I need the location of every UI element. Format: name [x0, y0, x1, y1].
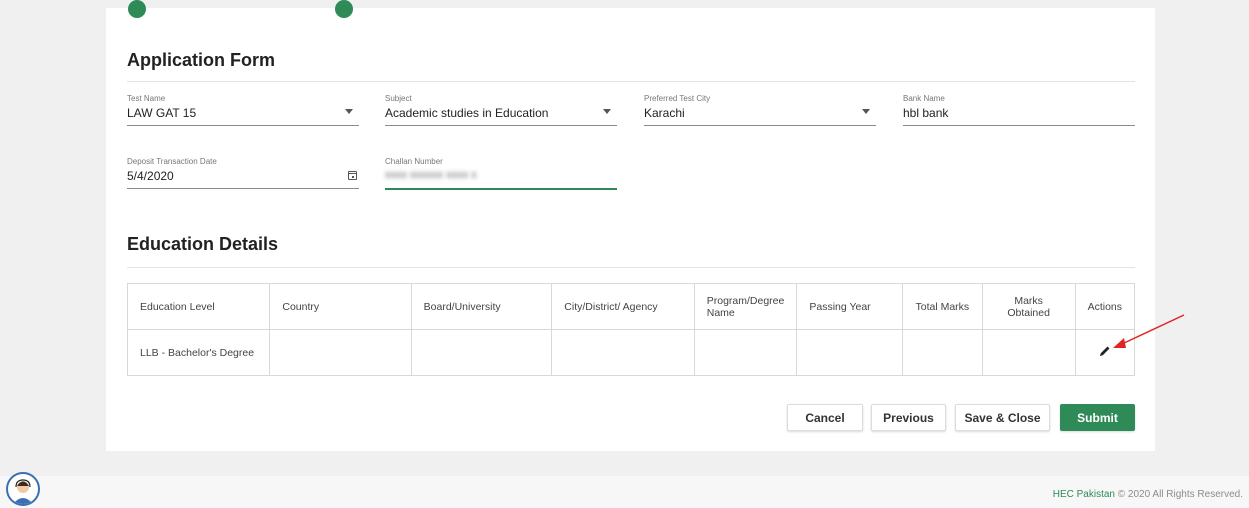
actions-cell	[1074, 329, 1136, 376]
education-table: Education Level Country Board/University…	[126, 283, 1136, 376]
application-form-title: Application Form	[127, 50, 275, 70]
column-header: City/District/ Agency	[551, 283, 695, 330]
previous-button[interactable]: Previous	[871, 404, 946, 431]
table-cell	[410, 329, 553, 376]
column-header: Country	[269, 283, 412, 330]
divider	[127, 81, 1135, 82]
bank-name-field[interactable]: Bank Name hbl bank	[903, 94, 1135, 126]
step-complete-icon	[128, 0, 146, 18]
subject-select[interactable]: Subject Academic studies in Education	[385, 94, 617, 126]
test-name-select[interactable]: Test Name LAW GAT 15	[127, 94, 359, 126]
calendar-icon[interactable]	[348, 171, 357, 180]
column-header: Board/University	[410, 283, 553, 330]
submit-button[interactable]: Submit	[1060, 404, 1135, 431]
chevron-down-icon	[603, 109, 611, 114]
pencil-icon[interactable]	[1098, 344, 1112, 358]
column-header: Actions	[1074, 283, 1136, 330]
column-header: Total Marks	[901, 283, 983, 330]
column-header: Passing Year	[796, 283, 903, 330]
step-complete-icon	[335, 0, 353, 18]
deposit-date-field[interactable]: Deposit Transaction Date 5/4/2020	[127, 157, 359, 189]
chevron-down-icon	[345, 109, 353, 114]
support-agent-icon[interactable]	[6, 472, 40, 506]
footer-brand: HEC Pakistan	[1052, 489, 1115, 500]
column-header: Education Level	[126, 283, 271, 330]
table-cell	[901, 329, 983, 376]
education-details-title: Education Details	[127, 234, 279, 254]
chevron-down-icon	[862, 109, 870, 114]
application-card: Application Form Test Name LAW GAT 15 Su…	[106, 0, 1155, 451]
challan-number-field[interactable]: Challan Number xxxx xxxxxx xxxx x	[385, 157, 617, 190]
column-header: Marks Obtained	[981, 283, 1076, 330]
column-header: Program/Degree Name	[693, 283, 798, 330]
table-cell	[551, 329, 695, 376]
table-cell	[796, 329, 903, 376]
table-cell	[981, 329, 1076, 376]
save-close-button[interactable]: Save & Close	[955, 404, 1050, 431]
table-cell: LLB - Bachelor's Degree	[126, 329, 271, 376]
footer-rights: © 2020 All Rights Reserved.	[1115, 489, 1243, 500]
table-cell	[693, 329, 798, 376]
cancel-button[interactable]: Cancel	[787, 404, 863, 431]
table-cell	[269, 329, 412, 376]
divider	[127, 267, 1135, 268]
preferred-city-select[interactable]: Preferred Test City Karachi	[644, 94, 876, 126]
table-row: LLB - Bachelor's Degree	[126, 329, 1136, 376]
table-header-row: Education Level Country Board/University…	[126, 283, 1136, 330]
footer-copyright: HEC Pakistan © 2020 All Rights Reserved.	[1053, 489, 1243, 500]
